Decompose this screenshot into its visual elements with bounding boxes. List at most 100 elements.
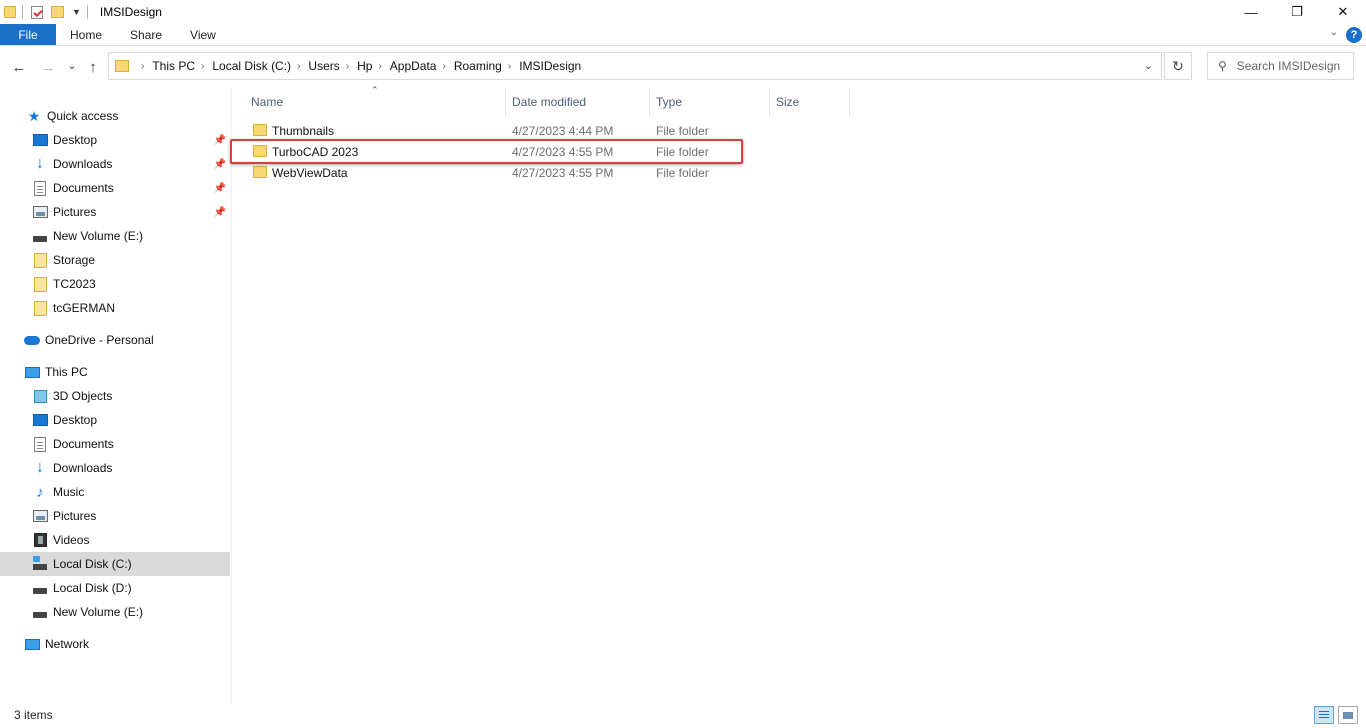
folder-icon xyxy=(32,300,48,316)
recent-locations-button[interactable]: ⌄ xyxy=(61,54,83,76)
customize-toolbar-chevron-icon[interactable]: ▼ xyxy=(72,7,81,17)
sidebar-item-label: TC2023 xyxy=(53,277,96,291)
sidebar-item-label: New Volume (E:) xyxy=(53,229,144,243)
breadcrumb-users[interactable]: Users xyxy=(308,59,339,73)
folder-icon[interactable] xyxy=(4,6,16,18)
sidebar-item-pictures[interactable]: Pictures 📌 xyxy=(0,200,230,224)
sidebar-item-downloads[interactable]: ↓ Downloads xyxy=(0,456,230,480)
desktop-icon xyxy=(32,132,48,148)
properties-icon[interactable] xyxy=(31,5,43,19)
sidebar-item-documents[interactable]: Documents xyxy=(0,432,230,456)
sidebar-item-music[interactable]: ♪ Music xyxy=(0,480,230,504)
downloads-icon: ↓ xyxy=(36,155,44,172)
search-input[interactable] xyxy=(1236,59,1347,73)
sidebar-item-pictures[interactable]: Pictures xyxy=(0,504,230,528)
forward-button[interactable]: → xyxy=(37,56,59,78)
tab-home[interactable]: Home xyxy=(56,24,116,45)
column-header-date-modified[interactable]: Date modified xyxy=(494,88,650,116)
tab-share[interactable]: Share xyxy=(116,24,176,45)
chevron-right-icon[interactable]: › xyxy=(442,61,445,72)
pin-icon: 📌 xyxy=(213,206,226,218)
breadcrumb-hp[interactable]: Hp xyxy=(357,59,372,73)
videos-icon xyxy=(32,532,48,548)
navigation-bar: ← → ⌄ ↑ › This PC › Local Disk (C:) › Us… xyxy=(0,46,1366,88)
divider xyxy=(86,5,88,19)
minimize-button[interactable]: — xyxy=(1228,0,1274,24)
chevron-down-icon[interactable]: ⌄ xyxy=(1144,59,1153,72)
sidebar-item-label: Local Disk (D:) xyxy=(53,581,132,595)
breadcrumb-appdata[interactable]: AppData xyxy=(390,59,437,73)
sidebar-item-this-pc[interactable]: This PC xyxy=(0,360,230,384)
quick-access-toolbar: ▼ xyxy=(0,0,94,24)
sidebar-item-new-volume-e[interactable]: New Volume (E:) xyxy=(0,224,230,248)
chevron-right-icon[interactable]: › xyxy=(378,61,381,72)
documents-icon xyxy=(32,436,48,452)
sidebar-item-network[interactable]: Network xyxy=(0,632,230,656)
file-type: File folder xyxy=(656,165,709,180)
sidebar-item-onedrive[interactable]: OneDrive - Personal xyxy=(0,328,230,352)
folder-icon xyxy=(115,60,129,72)
table-row[interactable]: WebViewData 4/27/2023 4:55 PM File folde… xyxy=(233,162,1366,183)
system-drive-icon xyxy=(32,556,48,572)
tab-view[interactable]: View xyxy=(176,24,230,45)
pictures-icon xyxy=(32,508,48,524)
folder-icon xyxy=(253,124,267,136)
address-bar[interactable]: › This PC › Local Disk (C:) › Users › Hp… xyxy=(108,52,1162,80)
back-button[interactable]: ← xyxy=(8,56,30,78)
sidebar-item-label: Downloads xyxy=(53,157,113,171)
close-button[interactable]: ✕ xyxy=(1320,0,1366,24)
chevron-right-icon[interactable]: › xyxy=(346,61,349,72)
sidebar-item-label: Downloads xyxy=(53,461,113,475)
maximize-button[interactable]: ❐ xyxy=(1274,0,1320,24)
file-date: 4/27/2023 4:55 PM xyxy=(512,144,614,159)
help-icon[interactable]: ? xyxy=(1346,27,1362,43)
sidebar-item-label: Videos xyxy=(53,533,90,547)
column-header-size[interactable]: Size xyxy=(758,88,850,116)
sidebar-item-new-volume-e[interactable]: New Volume (E:) xyxy=(0,600,230,624)
breadcrumb-imsidesign[interactable]: IMSIDesign xyxy=(519,59,581,73)
chevron-right-icon[interactable]: › xyxy=(141,61,144,72)
sidebar-item-videos[interactable]: Videos xyxy=(0,528,230,552)
table-row[interactable]: Thumbnails 4/27/2023 4:44 PM File folder xyxy=(233,120,1366,141)
file-date: 4/27/2023 4:44 PM xyxy=(512,123,614,138)
sidebar-item-storage[interactable]: Storage xyxy=(0,248,230,272)
sidebar-item-quick-access[interactable]: ★ Quick access xyxy=(0,104,230,128)
sidebar-item-downloads[interactable]: ↓ Downloads 📌 xyxy=(0,152,230,176)
sidebar-item-local-disk-c[interactable]: Local Disk (C:) xyxy=(0,552,230,576)
tab-file[interactable]: File xyxy=(0,24,56,45)
drive-icon xyxy=(32,228,48,244)
computer-icon xyxy=(24,364,40,380)
column-header-name[interactable]: Name xyxy=(233,88,506,116)
column-divider[interactable] xyxy=(849,88,850,116)
music-icon: ♪ xyxy=(36,483,44,501)
status-bar: 3 items xyxy=(0,702,1366,728)
chevron-right-icon[interactable]: › xyxy=(201,61,204,72)
sidebar-item-local-disk-d[interactable]: Local Disk (D:) xyxy=(0,576,230,600)
column-header-label: Name xyxy=(251,95,284,109)
up-button[interactable]: ↑ xyxy=(82,56,104,78)
sidebar-item-label: Documents xyxy=(53,437,114,451)
large-icons-view-button[interactable] xyxy=(1338,706,1358,724)
sidebar-item-desktop[interactable]: Desktop xyxy=(0,408,230,432)
chevron-right-icon[interactable]: › xyxy=(297,61,300,72)
sidebar-item-3d-objects[interactable]: 3D Objects xyxy=(0,384,230,408)
expand-ribbon-chevron-icon[interactable]: ⌄ xyxy=(1330,27,1338,38)
breadcrumb-this-pc[interactable]: This PC xyxy=(152,59,195,73)
table-row[interactable]: TurboCAD 2023 4/27/2023 4:55 PM File fol… xyxy=(233,141,1366,162)
sidebar-item-desktop[interactable]: Desktop 📌 xyxy=(0,128,230,152)
details-view-button[interactable] xyxy=(1314,706,1334,724)
new-folder-icon[interactable] xyxy=(51,6,64,18)
pictures-icon xyxy=(32,204,48,220)
chevron-right-icon[interactable]: › xyxy=(508,61,511,72)
refresh-button[interactable]: ↻ xyxy=(1164,52,1192,80)
sidebar-item-documents[interactable]: Documents 📌 xyxy=(0,176,230,200)
sidebar-item-tc2023[interactable]: TC2023 xyxy=(0,272,230,296)
column-header-type[interactable]: Type xyxy=(638,88,770,116)
sidebar-item-tcgerman[interactable]: tcGERMAN xyxy=(0,296,230,320)
breadcrumb-local-disk-c[interactable]: Local Disk (C:) xyxy=(212,59,291,73)
search-box[interactable]: ⚲ xyxy=(1207,52,1354,80)
title-bar: ▼ IMSIDesign — ❐ ✕ xyxy=(0,0,1366,24)
breadcrumb-roaming[interactable]: Roaming xyxy=(454,59,502,73)
divider xyxy=(22,5,23,19)
star-icon: ★ xyxy=(27,107,41,124)
